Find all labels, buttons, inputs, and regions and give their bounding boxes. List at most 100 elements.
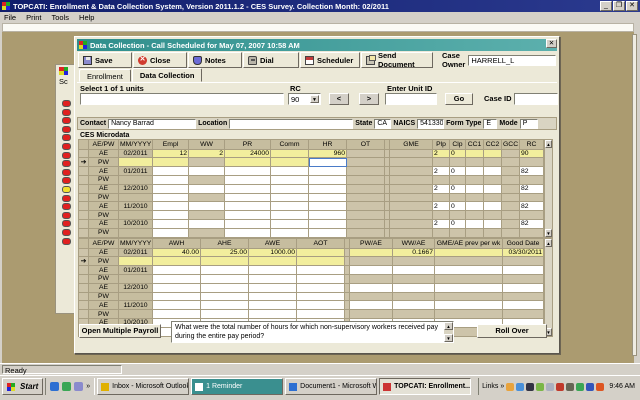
close-button[interactable]: ✕Close (133, 52, 187, 68)
case-id-input[interactable] (514, 93, 558, 105)
units-combo[interactable] (80, 93, 284, 105)
quick-launch-icon[interactable] (74, 382, 83, 391)
grid-cell[interactable]: 12 (153, 149, 189, 158)
row-selector[interactable] (79, 176, 89, 185)
links-toolbar-label[interactable]: Links (482, 383, 498, 390)
grid-cell[interactable] (309, 193, 347, 202)
mode-field[interactable]: P (520, 119, 538, 129)
grid-cell[interactable] (201, 292, 249, 301)
grid-cell[interactable] (153, 292, 201, 301)
prev-unit-button[interactable]: < (329, 93, 349, 105)
grid-cell[interactable] (309, 176, 347, 185)
grid-cell[interactable] (225, 202, 271, 211)
row-selector[interactable] (79, 275, 89, 284)
grid-cell[interactable] (435, 283, 503, 292)
grid-cell[interactable] (309, 184, 347, 193)
call-status-dot-red[interactable] (62, 169, 71, 176)
grid-cell[interactable] (297, 301, 345, 310)
row-selector[interactable] (79, 149, 89, 158)
grid-cell[interactable] (153, 158, 189, 167)
menu-help[interactable]: Help (79, 13, 94, 22)
grid-cell[interactable] (297, 283, 345, 292)
grid-cell[interactable] (503, 301, 544, 310)
grid-cell[interactable] (271, 167, 309, 176)
grid-cell[interactable] (153, 301, 201, 310)
call-status-dot-yellow[interactable] (62, 186, 71, 193)
grid-cell[interactable] (271, 211, 309, 220)
grid-cell[interactable] (435, 266, 503, 275)
grid-cell[interactable] (350, 301, 393, 310)
restore-icon[interactable]: ❐ (613, 1, 625, 11)
grid-cell[interactable] (153, 310, 201, 319)
grid-cell[interactable]: 2 (433, 167, 450, 176)
grid-cell[interactable]: 0 (450, 202, 466, 211)
grid-cell[interactable]: 960 (309, 149, 347, 158)
grid-cell[interactable] (297, 266, 345, 275)
grid-cell[interactable] (297, 257, 345, 266)
open-multiple-payroll-button[interactable]: Open Multiple Payroll (79, 324, 161, 338)
case-owner-field[interactable] (468, 55, 556, 66)
call-status-dot-red[interactable] (62, 160, 71, 167)
grid-cell[interactable] (153, 266, 201, 275)
scroll-up-icon[interactable]: ▲ (545, 140, 552, 148)
form-type-field[interactable]: E (483, 119, 497, 129)
grid-cell[interactable] (466, 184, 484, 193)
grid-cell[interactable]: 2 (433, 220, 450, 229)
grid-cell[interactable] (309, 211, 347, 220)
row-selector[interactable] (79, 248, 89, 257)
rc-combo[interactable]: 90▼ (288, 93, 321, 105)
grid-cell[interactable] (201, 283, 249, 292)
grid-cell[interactable] (309, 202, 347, 211)
call-status-dot-red[interactable] (62, 143, 71, 150)
grid-cell[interactable] (350, 283, 393, 292)
chevron-down-icon[interactable]: ▼ (310, 95, 319, 103)
call-status-dot-red[interactable] (62, 117, 71, 124)
row-selector[interactable] (79, 167, 89, 176)
grid-cell[interactable]: 1000.00 (249, 248, 297, 257)
grid-cell[interactable] (153, 202, 189, 211)
grid-cell[interactable]: 82 (520, 220, 544, 229)
grid-cell[interactable]: 90 (520, 149, 544, 158)
grid-cell[interactable]: 24000 (225, 149, 271, 158)
scroll-down-icon[interactable]: ▼ (444, 334, 453, 342)
grid-cell[interactable] (309, 167, 347, 176)
grid-cell[interactable] (309, 228, 347, 237)
grid-cell[interactable] (225, 228, 271, 237)
start-button[interactable]: Start (2, 378, 43, 395)
grid-cell[interactable] (153, 220, 189, 229)
grid-cell[interactable] (393, 301, 435, 310)
save-button[interactable]: Save (78, 52, 132, 68)
grid-cell[interactable] (466, 167, 484, 176)
grid-cell[interactable] (503, 283, 544, 292)
grid-cell[interactable] (466, 149, 484, 158)
tray-icon[interactable] (516, 383, 524, 391)
grid-cell[interactable] (153, 257, 201, 266)
grid-cell[interactable] (225, 193, 271, 202)
grid-cell[interactable] (225, 158, 271, 167)
grid-cell[interactable] (435, 248, 503, 257)
grid-cell[interactable] (309, 158, 347, 167)
tray-icon[interactable] (566, 383, 574, 391)
grid-cell[interactable] (249, 266, 297, 275)
call-status-dot-red[interactable] (62, 229, 71, 236)
go-button[interactable]: Go (445, 93, 473, 105)
naics-field[interactable]: 541330 (417, 119, 444, 129)
taskbar-window-button[interactable]: Inbox - Microsoft Outlook (97, 378, 189, 395)
scroll-up-icon[interactable]: ▲ (444, 322, 453, 330)
call-status-dot-red[interactable] (62, 220, 71, 227)
scroll-down-icon[interactable]: ▼ (545, 229, 552, 237)
grid-cell[interactable] (271, 228, 309, 237)
tab-enrollment[interactable]: Enrollment (79, 69, 131, 82)
row-selector[interactable] (79, 283, 89, 292)
grid-cell[interactable]: 03/30/2011 (503, 248, 544, 257)
close-icon[interactable]: ✕ (626, 1, 638, 11)
taskbar-window-button[interactable]: TOPCATI: Enrollment... (379, 378, 471, 395)
grid-scrollbar[interactable]: ▲▼ (544, 139, 553, 238)
grid-cell[interactable] (249, 283, 297, 292)
grid-cell[interactable]: 0 (450, 149, 466, 158)
call-status-dot-red[interactable] (62, 195, 71, 202)
row-selector[interactable] (79, 211, 89, 220)
grid-cell[interactable] (297, 310, 345, 319)
menu-print[interactable]: Print (26, 13, 41, 22)
row-selector[interactable] (79, 193, 89, 202)
